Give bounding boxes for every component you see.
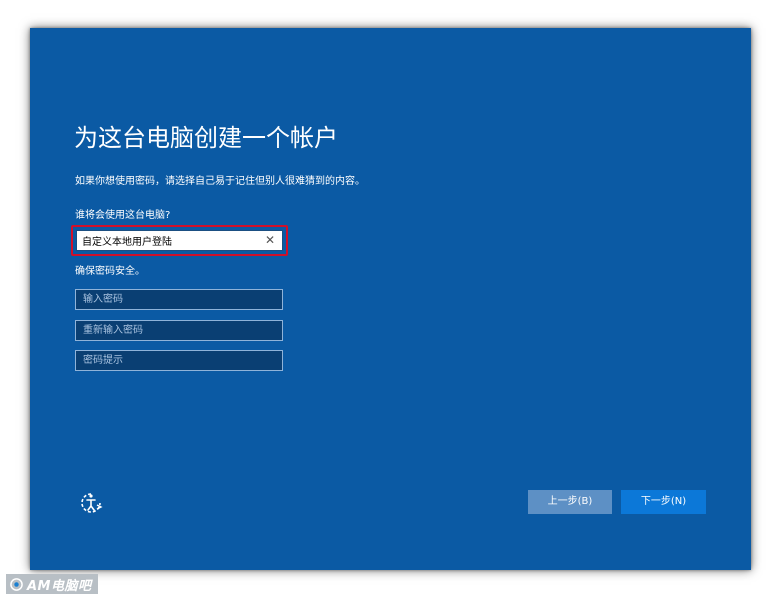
page-subtitle: 如果你想使用密码，请选择自己易于记住但别人很难猜到的内容。: [75, 176, 365, 187]
password-hint-placeholder: 密码提示: [83, 355, 123, 366]
password-hint-input[interactable]: 密码提示: [75, 350, 283, 371]
setup-window: 为这台电脑创建一个帐户 如果你想使用密码，请选择自己易于记住但别人很难猜到的内容…: [30, 28, 751, 570]
next-button[interactable]: 下一步(N): [621, 490, 706, 514]
username-input[interactable]: 自定义本地用户登陆 ✕: [76, 230, 283, 251]
watermark-logo-icon: [10, 577, 23, 591]
password-placeholder: 输入密码: [83, 294, 123, 305]
ease-of-access-icon[interactable]: [79, 491, 103, 515]
confirm-password-input[interactable]: 重新输入密码: [75, 320, 283, 341]
watermark-text: AM电脑吧: [27, 578, 92, 594]
watermark: AM电脑吧: [6, 574, 98, 594]
username-value: 自定义本地用户登陆: [82, 237, 172, 248]
clear-x-icon[interactable]: ✕: [264, 234, 276, 246]
confirm-password-placeholder: 重新输入密码: [83, 325, 143, 336]
user-label: 谁将会使用这台电脑?: [75, 210, 171, 221]
back-button[interactable]: 上一步(B): [528, 490, 612, 514]
username-highlight-box: 自定义本地用户登陆 ✕: [71, 225, 288, 256]
password-label: 确保密码安全。: [75, 266, 145, 277]
password-input[interactable]: 输入密码: [75, 289, 283, 310]
page-title: 为这台电脑创建一个帐户: [74, 124, 338, 152]
